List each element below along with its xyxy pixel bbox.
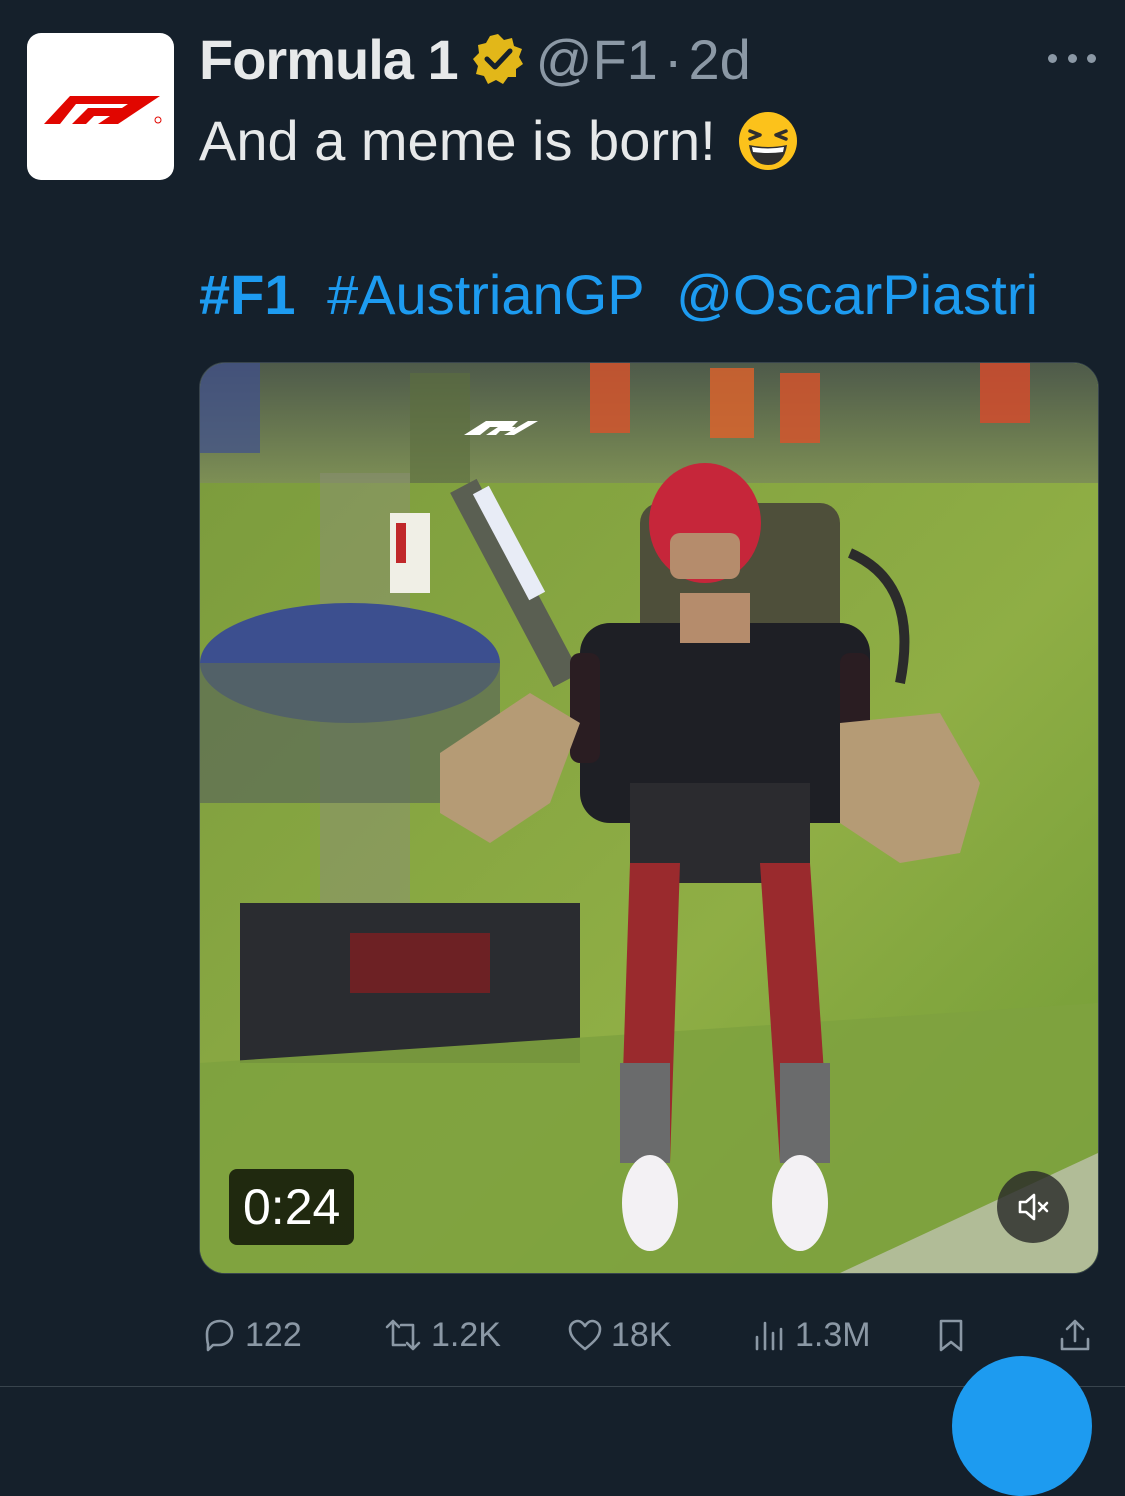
video-player[interactable]: 0:24 xyxy=(199,362,1099,1274)
tweet-text: And a meme is born! xyxy=(199,108,800,173)
tweet-header: Formula 1 @F1 · 2d xyxy=(199,27,751,92)
repost-button[interactable]: 1.2K xyxy=(381,1310,501,1360)
f1-logo-icon xyxy=(43,95,161,124)
separator-dot: · xyxy=(663,27,683,91)
video-duration: 0:24 xyxy=(229,1169,355,1245)
views-button[interactable]: 1.3M xyxy=(749,1310,871,1360)
repost-icon xyxy=(385,1319,421,1351)
video-frame xyxy=(200,363,1098,1273)
like-button[interactable]: 18K xyxy=(565,1310,672,1360)
reply-count: 122 xyxy=(245,1315,302,1354)
tweet-text-content: And a meme is born! xyxy=(199,109,716,172)
speaker-muted-icon xyxy=(1018,1193,1049,1221)
avatar[interactable] xyxy=(27,33,174,180)
heart-icon xyxy=(568,1319,602,1351)
share-button[interactable] xyxy=(1055,1310,1101,1360)
mute-button[interactable] xyxy=(997,1171,1069,1243)
hashtag-austriangp[interactable]: #AustrianGP xyxy=(327,263,645,326)
grinning-squinting-face-icon xyxy=(738,111,797,170)
more-options-icon[interactable] xyxy=(1048,46,1096,70)
bookmark-icon xyxy=(939,1319,963,1352)
reply-button[interactable]: 122 xyxy=(199,1310,302,1360)
like-count: 18K xyxy=(611,1315,672,1354)
repost-count: 1.2K xyxy=(431,1315,501,1354)
bookmark-button[interactable] xyxy=(931,1310,977,1360)
view-count: 1.3M xyxy=(795,1315,871,1354)
mention-oscarpiastri[interactable]: @OscarPiastri xyxy=(676,263,1038,326)
author-handle[interactable]: @F1 xyxy=(536,27,658,92)
compose-button[interactable] xyxy=(952,1356,1092,1496)
author-name[interactable]: Formula 1 xyxy=(199,27,459,92)
share-icon xyxy=(1060,1319,1090,1351)
reply-icon xyxy=(205,1319,234,1352)
verified-badge-icon[interactable] xyxy=(470,31,526,87)
tweet-tags: #F1 #AustrianGP @OscarPiastri xyxy=(199,262,1054,327)
tweet-divider xyxy=(0,1386,1125,1387)
tweet-time[interactable]: 2d xyxy=(688,27,750,92)
views-chart-icon xyxy=(755,1321,783,1351)
action-bar: 122 1.2K 18K 1.3M xyxy=(199,1310,1095,1360)
hashtag-f1[interactable]: #F1 xyxy=(199,263,296,326)
